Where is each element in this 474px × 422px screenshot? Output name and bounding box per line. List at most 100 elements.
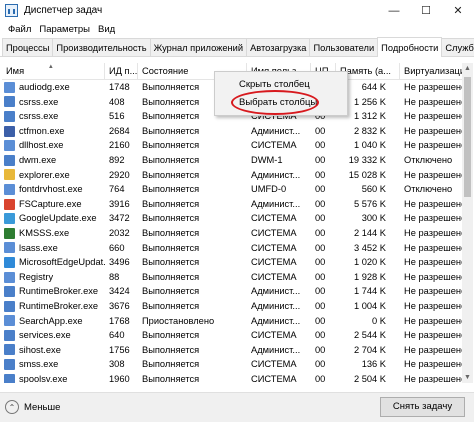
- process-name-cell: KMSSS.exe: [2, 226, 105, 241]
- virtualization-cell: Не разрешено: [404, 125, 462, 136]
- memory-spacer: [388, 80, 400, 95]
- status-cell: Выполняется: [142, 271, 200, 282]
- user-cell: Админист...: [251, 344, 301, 355]
- memory-cell: 560 K: [361, 184, 386, 195]
- memory-spacer: [388, 138, 400, 153]
- table-row[interactable]: GoogleUpdate.exe 3472 Выполняется СИСТЕМА 00…: [2, 211, 462, 226]
- fewer-details-button[interactable]: ⌃ Меньше: [5, 400, 60, 414]
- scrollbar-thumb[interactable]: [464, 77, 471, 197]
- pid-cell: 88: [109, 271, 120, 282]
- title-bar: Диспетчер задач — ☐ ✕: [0, 0, 474, 21]
- table-row[interactable]: dwm.exe 892 Выполняется DWM-1 00 19 332 K Откл…: [2, 153, 462, 168]
- status-cell: Выполняется: [142, 227, 200, 238]
- status-cell: Выполняется: [142, 213, 200, 224]
- table-row[interactable]: lsass.exe 660 Выполняется СИСТЕМА 00 3 452 K Н…: [2, 241, 462, 256]
- process-name: GoogleUpdate.exe: [19, 213, 97, 224]
- process-icon: [4, 344, 15, 356]
- menu-options[interactable]: Параметры: [35, 24, 94, 35]
- table-row[interactable]: dllhost.exe 2160 Выполняется СИСТЕМА 00 1 040…: [2, 138, 462, 153]
- table-row[interactable]: sihost.exe 1756 Выполняется Админист... 00 2 …: [2, 343, 462, 358]
- virtualization-cell: Не разрешено: [404, 140, 462, 151]
- user-cell: Админист...: [251, 300, 301, 311]
- tab-processes[interactable]: Процессы: [2, 38, 54, 56]
- table-row[interactable]: KMSSS.exe 2032 Выполняется СИСТЕМА 00 2 144 K…: [2, 226, 462, 241]
- process-name-cell: spoolsv.exe: [2, 372, 105, 383]
- table-row[interactable]: FSCapture.exe 3916 Выполняется Админист... 0…: [2, 197, 462, 212]
- pid-cell: 3424: [109, 286, 130, 297]
- process-icon: [4, 373, 15, 383]
- virtualization-cell: Не разрешено: [404, 213, 462, 224]
- virtualization-cell: Не разрешено: [404, 227, 462, 238]
- tab-performance[interactable]: Производительность: [52, 38, 151, 56]
- process-name: smss.exe: [19, 359, 59, 370]
- pid-cell: 892: [109, 154, 125, 165]
- menu-file[interactable]: Файл: [4, 24, 35, 35]
- status-cell: Выполняется: [142, 286, 200, 297]
- cpu-cell: 00: [315, 213, 326, 224]
- memory-cell: 2 144 K: [353, 227, 386, 238]
- virtualization-cell: Отключено: [404, 154, 453, 165]
- scroll-up-icon[interactable]: ▲: [462, 63, 473, 74]
- memory-spacer: [388, 226, 400, 241]
- process-name-cell: GoogleUpdate.exe: [2, 211, 105, 226]
- scroll-down-icon[interactable]: ▼: [462, 372, 473, 383]
- process-name-cell: Registry: [2, 270, 105, 285]
- vertical-scrollbar[interactable]: ▲ ▼: [462, 63, 473, 383]
- cpu-cell: 00: [315, 286, 326, 297]
- table-row[interactable]: fontdrvhost.exe 764 Выполняется UMFD-0 00 560…: [2, 182, 462, 197]
- table-row[interactable]: smss.exe 308 Выполняется СИСТЕМА 00 136 K Не р…: [2, 357, 462, 372]
- process-icon: [4, 96, 15, 108]
- tab-services[interactable]: Службы: [441, 38, 474, 56]
- cpu-cell: 00: [315, 300, 326, 311]
- process-name: csrss.exe: [19, 96, 59, 107]
- minimize-button[interactable]: —: [378, 0, 410, 21]
- end-task-button[interactable]: Снять задачу: [380, 397, 465, 417]
- menu-view[interactable]: Вид: [94, 24, 119, 35]
- pid-cell: 660: [109, 242, 125, 253]
- user-cell: СИСТЕМА: [251, 227, 297, 238]
- status-cell: Выполняется: [142, 344, 200, 355]
- pid-cell: 2032: [109, 227, 130, 238]
- virtualization-cell: Не разрешено: [404, 359, 462, 370]
- menu-bar: Файл Параметры Вид: [0, 21, 474, 37]
- table-row[interactable]: RuntimeBroker.exe 3676 Выполняется Админист…: [2, 299, 462, 314]
- pid-cell: 1748: [109, 82, 130, 92]
- process-icon: [4, 359, 15, 371]
- table-row[interactable]: MicrosoftEdgeUpdat... 3496 Выполняется СИСТ…: [2, 255, 462, 270]
- tab-app-history[interactable]: Журнал приложений: [149, 38, 248, 56]
- cpu-cell: 00: [315, 227, 326, 238]
- table-row[interactable]: services.exe 640 Выполняется СИСТЕМА 00 2 544…: [2, 328, 462, 343]
- table-row[interactable]: spoolsv.exe 1960 Выполняется СИСТЕМА 00 2 504…: [2, 372, 462, 383]
- table-row[interactable]: ctfmon.exe 2684 Выполняется Админист... 00 2 …: [2, 124, 462, 139]
- process-name: services.exe: [19, 330, 71, 341]
- column-header-pid[interactable]: ИД п...: [105, 63, 138, 80]
- process-name-cell: sihost.exe: [2, 343, 105, 358]
- close-button[interactable]: ✕: [442, 0, 474, 21]
- memory-cell: 300 K: [361, 213, 386, 224]
- memory-spacer: [388, 153, 400, 168]
- tab-details[interactable]: Подробности: [377, 37, 443, 57]
- table-row[interactable]: Registry 88 Выполняется СИСТЕМА 00 1 928 K Не …: [2, 270, 462, 285]
- table-row[interactable]: RuntimeBroker.exe 3424 Выполняется Админист…: [2, 284, 462, 299]
- memory-spacer: [388, 314, 400, 329]
- tab-users[interactable]: Пользователи: [309, 38, 379, 56]
- memory-cell: 5 576 K: [353, 198, 386, 209]
- maximize-button[interactable]: ☐: [410, 0, 442, 21]
- virtualization-cell: Не разрешено: [404, 330, 462, 341]
- column-header-name[interactable]: ▲ Имя: [2, 63, 105, 80]
- task-manager-icon: [5, 4, 18, 17]
- process-icon: [4, 169, 15, 181]
- process-name: explorer.exe: [19, 169, 70, 180]
- table-row[interactable]: explorer.exe 2920 Выполняется Админист... 00…: [2, 168, 462, 183]
- tab-startup[interactable]: Автозагрузка: [246, 38, 311, 56]
- pid-cell: 408: [109, 96, 125, 107]
- table-row[interactable]: SearchApp.exe 1768 Приостановлено Админист.…: [2, 314, 462, 329]
- process-name: MicrosoftEdgeUpdat...: [19, 257, 105, 268]
- window-title: Диспетчер задач: [24, 5, 103, 16]
- process-name-cell: fontdrvhost.exe: [2, 182, 105, 197]
- column-header-virtualization[interactable]: Виртуализаци...: [400, 63, 462, 80]
- process-icon: [4, 110, 15, 122]
- user-cell: СИСТЕМА: [251, 140, 297, 151]
- process-name-cell: dwm.exe: [2, 153, 105, 168]
- process-name: RuntimeBroker.exe: [19, 286, 99, 297]
